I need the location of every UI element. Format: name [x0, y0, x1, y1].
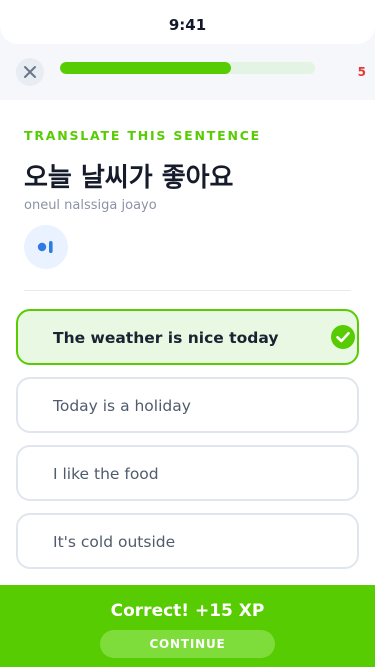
korean-sentence: 오늘 날씨가 좋아요: [24, 163, 234, 193]
answer-options: The weather is nice today Today is a hol…: [16, 309, 359, 581]
check-icon: [331, 325, 355, 349]
close-icon: [24, 66, 36, 78]
option-item[interactable]: Today is a holiday: [16, 377, 359, 433]
instruction-label: TRANSLATE THIS SENTENCE: [24, 128, 262, 143]
status-bar: 9:41: [0, 0, 375, 44]
lesson-header: 5: [0, 44, 375, 100]
option-label: I like the food: [53, 465, 159, 483]
divider: [24, 290, 351, 291]
feedback-banner: Correct! +15 XP CONTINUE: [0, 585, 375, 667]
progress-bar: [60, 62, 315, 74]
progress-fill: [60, 62, 231, 74]
option-item[interactable]: I like the food: [16, 445, 359, 501]
hearts-count: 5: [357, 65, 366, 79]
option-item[interactable]: It's cold outside: [16, 513, 359, 569]
continue-button[interactable]: CONTINUE: [100, 630, 275, 658]
lesson-content: TRANSLATE THIS SENTENCE 오늘 날씨가 좋아요 oneul…: [0, 100, 375, 585]
romanization-text: oneul nalssiga joayo: [24, 198, 157, 213]
status-time: 9:41: [168, 16, 207, 34]
option-label: The weather is nice today: [53, 329, 279, 347]
option-label: It's cold outside: [53, 533, 176, 551]
speaker-icon: [37, 241, 53, 253]
close-button[interactable]: [16, 58, 44, 86]
feedback-message: Correct! +15 XP: [110, 601, 265, 621]
option-label: Today is a holiday: [53, 397, 191, 415]
play-audio-button[interactable]: [24, 225, 68, 269]
option-correct[interactable]: The weather is nice today: [16, 309, 359, 365]
